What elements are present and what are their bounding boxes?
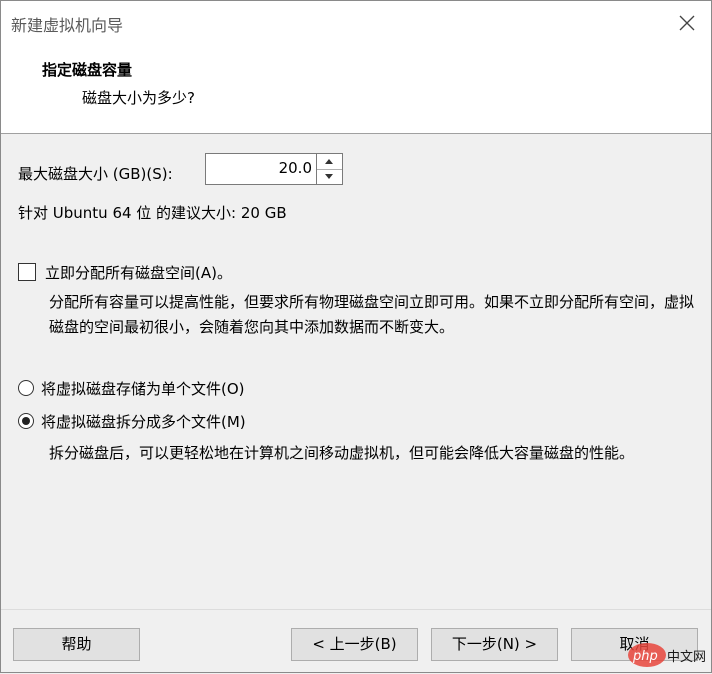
page-subtitle: 磁盘大小为多少? [82,89,195,107]
next-button[interactable]: 下一步(N) > [431,628,558,661]
footer-divider [1,609,711,610]
disk-size-field[interactable] [205,153,317,185]
stepper-down-button[interactable] [317,169,342,184]
single-file-label[interactable]: 将虚拟磁盘存储为单个文件(O) [41,378,245,399]
arrow-up-icon [325,159,333,164]
recommended-size-text: 针对 Ubuntu 64 位 的建议大小: 20 GB [18,204,287,222]
close-icon[interactable] [677,13,697,33]
split-files-radio[interactable] [18,413,34,429]
disk-size-input[interactable] [212,159,312,177]
split-description: 拆分磁盘后，可以更轻松地在计算机之间移动虚拟机，但可能会降低大容量磁盘的性能。 [49,444,635,462]
php-watermark-logo: php 中文网 [627,640,707,670]
wizard-header: 指定磁盘容量 磁盘大小为多少? [1,45,711,134]
single-file-radio[interactable] [18,380,34,396]
allocate-all-label[interactable]: 立即分配所有磁盘空间(A)。 [45,262,232,283]
svg-text:中文网: 中文网 [667,650,706,665]
radio-selected-dot [22,417,30,425]
arrow-down-icon [325,174,333,179]
allocate-all-checkbox[interactable] [18,263,36,281]
title-bar: 新建虚拟机向导 [1,1,711,45]
help-button[interactable]: 帮助 [13,628,140,661]
disk-size-label: 最大磁盘大小 (GB)(S): [18,165,173,183]
stepper-up-button[interactable] [317,154,342,170]
window-title: 新建虚拟机向导 [11,16,124,35]
split-files-label[interactable]: 将虚拟磁盘拆分成多个文件(M) [41,411,246,432]
wizard-window: 新建虚拟机向导 指定磁盘容量 磁盘大小为多少? 最大磁盘大小 (GB)(S): … [0,0,712,673]
back-button[interactable]: < 上一步(B) [291,628,418,661]
svg-text:php: php [632,649,658,664]
allocate-description: 分配所有容量可以提高性能，但要求所有物理磁盘空间立即可用。如果不立即分配所有空间… [49,293,695,336]
page-title: 指定磁盘容量 [42,61,133,79]
disk-size-stepper[interactable] [317,153,343,185]
